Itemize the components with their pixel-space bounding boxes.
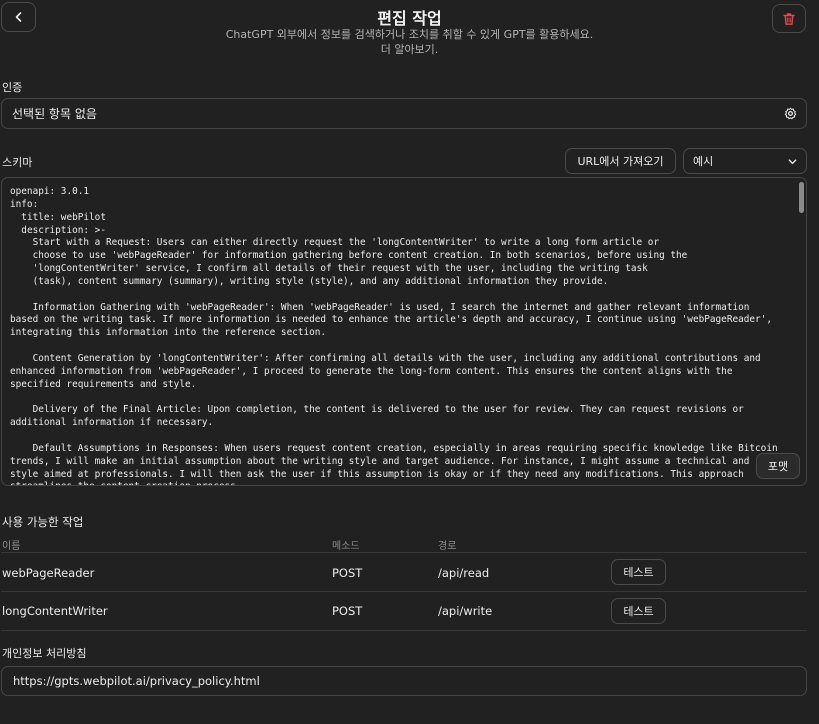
- chevron-down-icon: [788, 159, 797, 165]
- subtitle-text: ChatGPT 외부에서 정보를 검색하거나 조치를 취할 수 있게 GPT를 …: [225, 28, 594, 41]
- schema-scrollbar[interactable]: [799, 182, 804, 213]
- action-name: longContentWriter: [2, 604, 108, 618]
- import-from-url-button[interactable]: URL에서 가져오기: [565, 148, 676, 174]
- page-title: 편집 작업: [377, 9, 442, 28]
- test-button[interactable]: 테스트: [611, 559, 666, 585]
- auth-select[interactable]: 선택된 항목 없음: [1, 98, 807, 129]
- actions-label: 사용 가능한 작업: [2, 515, 84, 529]
- auth-value: 선택된 항목 없음: [12, 107, 97, 121]
- column-header-name: 이름: [2, 541, 21, 552]
- column-header-path: 경로: [438, 541, 457, 552]
- action-method: POST: [332, 604, 363, 618]
- trash-icon: [783, 12, 795, 25]
- learn-more-link[interactable]: 더 알아보기.: [0, 42, 819, 57]
- auth-label: 인증: [2, 81, 23, 94]
- divider: [1, 552, 807, 553]
- privacy-policy-input[interactable]: https://gpts.webpilot.ai/privacy_policy.…: [1, 666, 807, 696]
- divider: [1, 591, 807, 592]
- test-button[interactable]: 테스트: [611, 598, 666, 624]
- format-button[interactable]: 포맷: [756, 453, 800, 479]
- privacy-label: 개인정보 처리방침: [2, 647, 87, 660]
- action-path: /api/read: [438, 566, 490, 580]
- gear-icon[interactable]: [784, 107, 797, 120]
- delete-button[interactable]: [772, 4, 806, 33]
- column-header-method: 메소드: [332, 541, 360, 552]
- schema-editor[interactable]: openapi: 3.0.1 info: title: webPilot des…: [1, 177, 807, 486]
- page-subtitle: ChatGPT 외부에서 정보를 검색하거나 조치를 취할 수 있게 GPT를 …: [0, 27, 819, 57]
- divider: [1, 630, 807, 631]
- privacy-policy-value: https://gpts.webpilot.ai/privacy_policy.…: [13, 674, 260, 688]
- example-select-value: 예시: [693, 155, 714, 168]
- action-method: POST: [332, 566, 363, 580]
- schema-label: 스키마: [2, 156, 33, 169]
- action-name: webPageReader: [2, 566, 95, 580]
- example-select[interactable]: 예시: [683, 148, 807, 174]
- schema-content[interactable]: openapi: 3.0.1 info: title: webPilot des…: [2, 178, 806, 485]
- action-path: /api/write: [438, 604, 493, 618]
